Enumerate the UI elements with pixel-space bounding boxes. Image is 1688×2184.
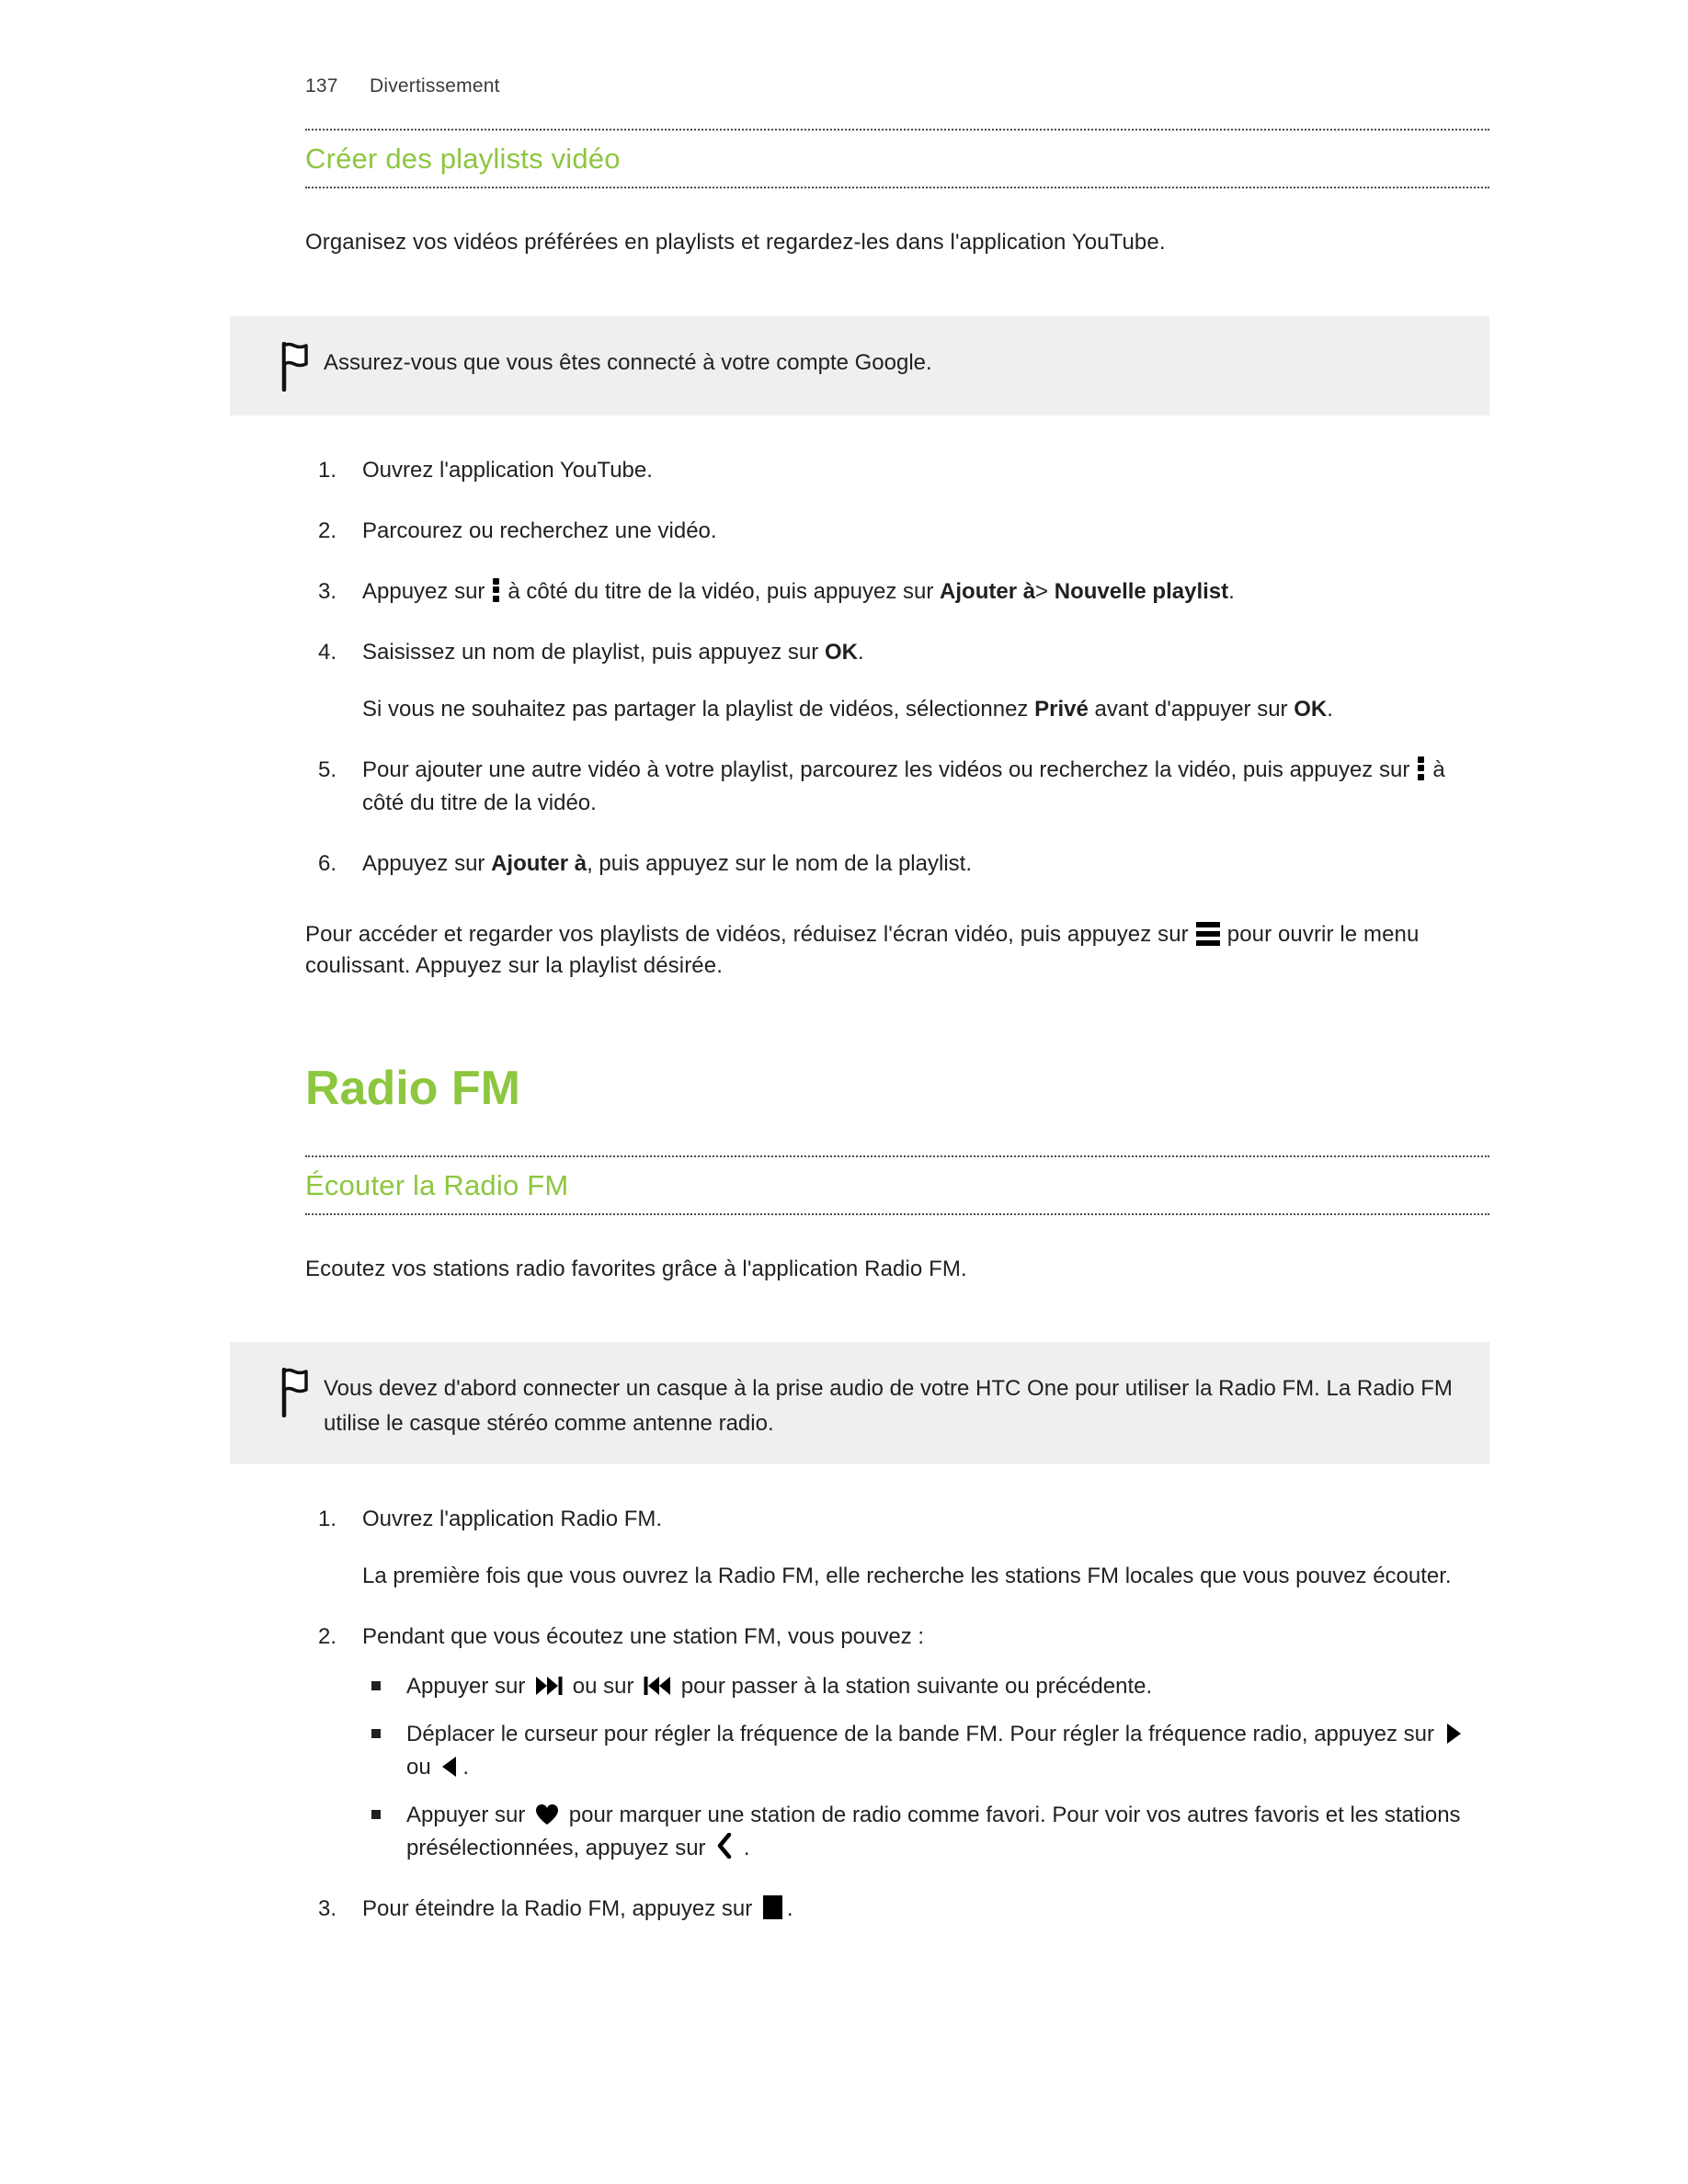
step-text: Parcourez ou recherchez une vidéo. bbox=[362, 518, 717, 543]
step-marker: 3. bbox=[318, 578, 337, 604]
step-marker: 3. bbox=[318, 1895, 337, 1921]
closing-paragraph: Pour accéder et regarder vos playlists d… bbox=[305, 919, 1489, 984]
step-item: 1. Ouvrez l'application YouTube. bbox=[305, 454, 1489, 487]
step-sub-paragraph: La première fois que vous ouvrez la Radi… bbox=[362, 1563, 1452, 1588]
step-text-before: Saisissez un nom de playlist, puis appuy… bbox=[362, 639, 819, 665]
step-marker: 5. bbox=[318, 756, 337, 782]
ui-label-nouvelle-playlist: Nouvelle playlist bbox=[1054, 578, 1229, 604]
kebab-menu-icon bbox=[1418, 756, 1425, 780]
sub-text-after: . bbox=[743, 1835, 750, 1860]
step-text-after: . bbox=[1228, 578, 1235, 604]
square-bullet-icon bbox=[371, 1809, 381, 1819]
sub-text-after: . bbox=[462, 1754, 470, 1780]
step-text-after: . bbox=[857, 639, 864, 665]
step-separator: > bbox=[1035, 578, 1049, 604]
section-heading-creer-playlists-video: Créer des playlists vidéo bbox=[305, 142, 621, 175]
note-box-headset-required: Vous devez d'abord connecter un casque à… bbox=[230, 1342, 1489, 1464]
chevron-left-icon bbox=[715, 1832, 734, 1863]
sub-text-mid: ou sur bbox=[572, 1673, 634, 1699]
step-text-before: Appuyez sur bbox=[362, 850, 485, 876]
step-text: Pendant que vous écoutez une station FM,… bbox=[362, 1623, 925, 1649]
ui-label-ok: OK bbox=[824, 639, 858, 665]
steps-list-radio-fm: 1. Ouvrez l'application Radio FM. La pre… bbox=[305, 1503, 1489, 1926]
step-marker: 1. bbox=[318, 457, 337, 483]
note-box-google-account: Assurez-vous que vous êtes connecté à vo… bbox=[230, 315, 1489, 415]
step-marker: 2. bbox=[318, 518, 337, 543]
note-text: Assurez-vous que vous êtes connecté à vo… bbox=[324, 349, 932, 375]
sub-text-after: pour passer à la station suivante ou pré… bbox=[680, 1673, 1153, 1699]
stop-square-icon bbox=[762, 1894, 782, 1919]
step-marker: 2. bbox=[318, 1623, 337, 1649]
ui-label-ajouter-a: Ajouter à bbox=[940, 578, 1036, 604]
sub-steps-list: Appuyer sur ou sur pour passer à la stat… bbox=[362, 1670, 1489, 1865]
sub-step-item: Appuyer sur pour marquer une station de … bbox=[362, 1799, 1489, 1865]
step-marker: 1. bbox=[318, 1506, 337, 1531]
running-header: 137 Divertissement bbox=[305, 75, 500, 97]
kebab-menu-icon bbox=[493, 577, 500, 602]
step-sub-paragraph: Si vous ne souhaitez pas partager la pla… bbox=[362, 693, 1489, 726]
next-track-icon bbox=[535, 1675, 563, 1701]
step-text-before: Pour ajouter une autre vidéo à votre pla… bbox=[362, 756, 1410, 782]
play-left-triangle-icon bbox=[440, 1756, 459, 1782]
sub-text-before: Appuyer sur bbox=[406, 1673, 526, 1699]
sub-step-item: Appuyer sur ou sur pour passer à la stat… bbox=[362, 1670, 1489, 1703]
play-right-triangle-icon bbox=[1444, 1723, 1463, 1749]
page-number: 137 bbox=[305, 75, 338, 97]
square-bullet-icon bbox=[371, 1728, 381, 1738]
step-marker: 6. bbox=[318, 850, 337, 876]
sub-text-mid: ou bbox=[406, 1754, 431, 1780]
steps-list-creer-playlists: 1. Ouvrez l'application YouTube. 2. Parc… bbox=[305, 454, 1489, 881]
step-item: 5. Pour ajouter une autre vidéo à votre … bbox=[305, 754, 1489, 820]
step-item: 1. Ouvrez l'application Radio FM. La pre… bbox=[305, 1503, 1489, 1593]
ui-label-ajouter-a-2: Ajouter à bbox=[491, 850, 587, 876]
ui-label-ok-2: OK bbox=[1294, 696, 1328, 722]
step-item: 4. Saisissez un nom de playlist, puis ap… bbox=[305, 636, 1489, 726]
manual-page: 137 Divertissement Créer des playlists v… bbox=[0, 0, 1688, 2184]
ui-label-prive: Privé bbox=[1034, 696, 1089, 722]
step-text-after: , puis appuyez sur le nom de la playlist… bbox=[587, 850, 972, 876]
step-item: 6. Appuyez sur Ajouter à, puis appuyez s… bbox=[305, 847, 1489, 881]
step-item: 3. Appuyez sur à côté du titre de la vidé… bbox=[305, 575, 1489, 609]
intro-paragraph: Ecoutez vos stations radio favorites grâ… bbox=[305, 1256, 967, 1281]
chapter-heading-radio-fm: Radio FM bbox=[305, 1062, 520, 1116]
sub-text-mid: avant d'appuyer sur bbox=[1094, 696, 1288, 722]
heart-icon bbox=[535, 1803, 559, 1830]
intro-paragraph: Organisez vos vidéos préférées en playli… bbox=[305, 229, 1166, 255]
sub-text-before: Appuyer sur bbox=[406, 1802, 526, 1827]
page-content: Créer des playlists vidéo Organisez vos … bbox=[230, 129, 1489, 1926]
sub-text-mid: pour marquer une station de radio comme … bbox=[406, 1802, 1461, 1860]
chapter-name: Divertissement bbox=[370, 75, 500, 97]
step-text: Ouvrez l'application YouTube. bbox=[362, 457, 653, 483]
step-marker: 4. bbox=[318, 639, 337, 665]
previous-track-icon bbox=[644, 1675, 671, 1701]
step-text: Ouvrez l'application Radio FM. bbox=[362, 1506, 663, 1531]
hamburger-menu-icon bbox=[1195, 921, 1220, 946]
section-radio-fm: Radio FM Écouter la Radio FM Ecoutez vos… bbox=[230, 1062, 1489, 1926]
step-text-before: Pour éteindre la Radio FM, appuyez sur bbox=[362, 1895, 753, 1921]
step-item: 2. Parcourez ou recherchez une vidéo. bbox=[305, 515, 1489, 548]
step-text-before: Appuyez sur bbox=[362, 578, 485, 604]
step-item: 3. Pour éteindre la Radio FM, appuyez su… bbox=[305, 1893, 1489, 1926]
note-text: Vous devez d'abord connecter un casque à… bbox=[324, 1376, 1453, 1436]
sub-step-item: Déplacer le curseur pour régler la fréqu… bbox=[362, 1718, 1489, 1784]
sub-text-before: Déplacer le curseur pour régler la fréqu… bbox=[406, 1721, 1434, 1746]
step-item: 2. Pendant que vous écoutez une station … bbox=[305, 1621, 1489, 1865]
flag-icon bbox=[267, 341, 324, 392]
square-bullet-icon bbox=[371, 1680, 381, 1690]
flag-icon bbox=[267, 1368, 324, 1418]
section-creer-playlists-video: Créer des playlists vidéo Organisez vos … bbox=[230, 129, 1489, 984]
sub-text-before: Si vous ne souhaitez pas partager la pla… bbox=[362, 696, 1029, 722]
closing-text-before: Pour accéder et regarder vos playlists d… bbox=[305, 921, 1189, 947]
sub-text-after: . bbox=[1327, 696, 1333, 722]
section-heading-ecouter-la-radio-fm: Écouter la Radio FM bbox=[305, 1168, 569, 1201]
step-text-after: . bbox=[786, 1895, 793, 1921]
step-text-mid: à côté du titre de la vidéo, puis appuye… bbox=[508, 578, 934, 604]
